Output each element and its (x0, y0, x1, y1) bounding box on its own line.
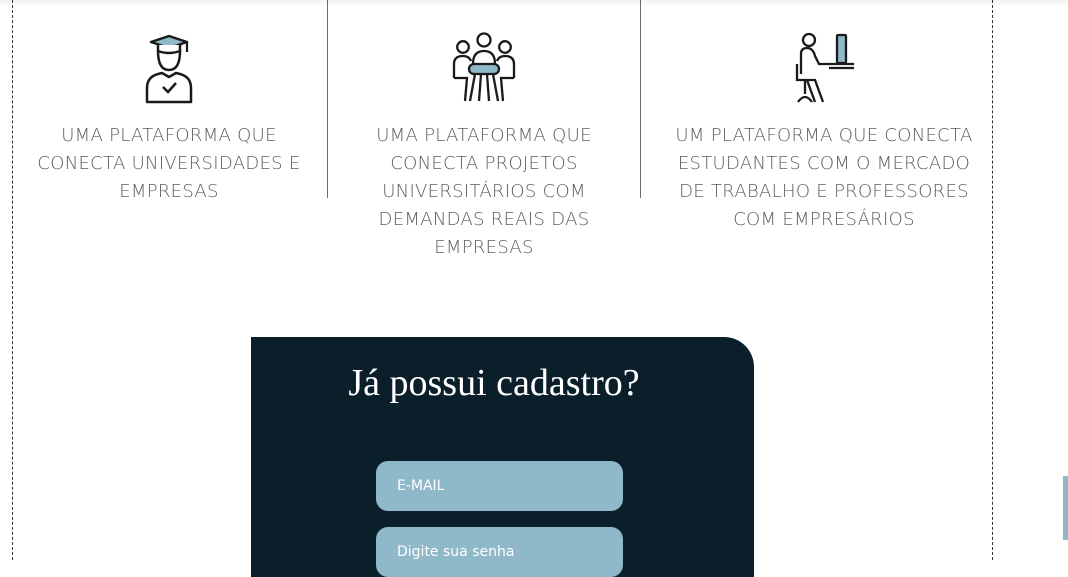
login-title: Já possui cadastro? (348, 362, 640, 404)
meeting-group-icon (452, 32, 516, 102)
dashed-frame-right (992, 0, 993, 560)
feature-students: UM PLATAFORMA QUE CONECTA ESTUDANTES COM… (673, 30, 975, 234)
login-card: Já possui cadastro? (251, 337, 754, 577)
column-divider (640, 0, 641, 198)
feature-universities: UMA PLATAFORMA QUE CONECTA UNIVERSIDADES… (35, 30, 303, 206)
feature-text: UMA PLATAFORMA QUE CONECTA UNIVERSIDADES… (37, 125, 301, 202)
feature-text: UM PLATAFORMA QUE CONECTA ESTUDANTES COM… (675, 125, 973, 230)
top-shadow (0, 0, 1068, 6)
graduate-icon (145, 34, 193, 104)
feature-text: UMA PLATAFORMA QUE CONECTA PROJETOS UNIV… (376, 125, 592, 258)
desk-worker-icon (795, 32, 854, 103)
feature-projects: UMA PLATAFORMA QUE CONECTA PROJETOS UNIV… (365, 30, 603, 262)
email-field[interactable] (376, 461, 623, 511)
column-divider (327, 0, 328, 198)
password-field[interactable] (376, 527, 623, 577)
side-scroll-tab[interactable] (1063, 476, 1068, 540)
dashed-frame-left (12, 0, 13, 560)
